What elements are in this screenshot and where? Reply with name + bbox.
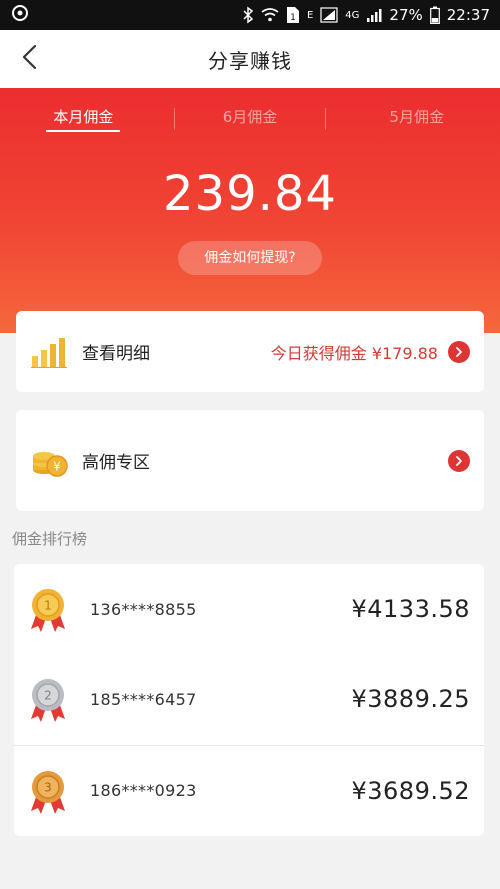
svg-text:¥: ¥ — [53, 459, 61, 473]
today-commission: 今日获得佣金 ¥179.88 — [270, 343, 438, 363]
gold-medal-icon: 1 — [28, 585, 68, 633]
svg-text:3: 3 — [44, 780, 52, 794]
chevron-left-icon — [20, 43, 40, 75]
notification-app-icon — [10, 3, 30, 27]
signal-icon — [320, 7, 338, 23]
chevron-right-icon — [448, 340, 470, 363]
details-card: 查看明细 今日获得佣金 ¥179.88 — [16, 311, 484, 392]
leaderboard-row: 3 186****0923 ¥3689.52 — [14, 745, 484, 835]
battery-percent: 27% — [389, 6, 423, 24]
user-phone: 185****6457 — [90, 689, 197, 709]
leaderboard-title: 佣金排行榜 — [12, 530, 88, 548]
status-bar: 1 E 4G 27% 22:37 — [0, 0, 500, 30]
user-commission: ¥3889.25 — [351, 685, 470, 713]
svg-text:1: 1 — [44, 599, 52, 613]
network-letter: E — [306, 9, 314, 21]
coins-icon: ¥ — [30, 441, 70, 481]
signal-bars-icon — [366, 7, 382, 23]
silver-medal-icon: 2 — [28, 675, 68, 723]
battery-icon — [429, 6, 440, 24]
user-phone: 186****0923 — [90, 781, 197, 800]
leaderboard-row: 2 185****6457 ¥3889.25 — [14, 654, 484, 744]
high-commission-row[interactable]: ¥ 高佣专区 — [16, 410, 484, 511]
chevron-right-icon — [448, 449, 470, 472]
nav-bar: 分享赚钱 — [0, 30, 500, 88]
bronze-medal-icon: 3 — [28, 767, 68, 815]
high-commission-card: ¥ 高佣专区 — [16, 410, 484, 511]
view-details-label: 查看明细 — [82, 344, 150, 364]
user-commission: ¥4133.58 — [351, 595, 470, 623]
leaderboard: 1 136****8855 ¥4133.58 2 185****6457 ¥38… — [14, 564, 484, 836]
month-tabs: 本月佣金 6月佣金 5月佣金 — [0, 102, 500, 142]
page-title: 分享赚钱 — [208, 48, 292, 73]
leaderboard-row: 1 136****8855 ¥4133.58 — [14, 564, 484, 654]
tab-may[interactable]: 5月佣金 — [333, 102, 500, 142]
tab-divider — [174, 108, 175, 130]
bluetooth-icon — [242, 6, 254, 24]
svg-text:1: 1 — [290, 13, 296, 23]
network-type: 4G — [345, 9, 360, 21]
tab-this-month[interactable]: 本月佣金 — [0, 102, 167, 142]
commission-amount: 239.84 — [163, 166, 337, 222]
user-commission: ¥3689.52 — [351, 776, 470, 805]
back-button[interactable] — [10, 39, 50, 79]
tab-divider — [325, 108, 326, 130]
commission-summary: 本月佣金 6月佣金 5月佣金 239.84 佣金如何提现? — [0, 88, 500, 333]
view-details-row[interactable]: 查看明细 今日获得佣金 ¥179.88 — [16, 311, 484, 392]
withdraw-help-button[interactable]: 佣金如何提现? — [178, 241, 322, 275]
svg-text:2: 2 — [44, 689, 52, 703]
sim-card-icon: 1 — [286, 6, 300, 24]
user-phone: 136****8855 — [90, 599, 197, 619]
bar-chart-icon — [30, 332, 70, 372]
wifi-icon — [261, 7, 279, 23]
clock: 22:37 — [446, 6, 490, 24]
high-commission-label: 高佣专区 — [82, 453, 150, 473]
tab-june[interactable]: 6月佣金 — [167, 102, 334, 142]
